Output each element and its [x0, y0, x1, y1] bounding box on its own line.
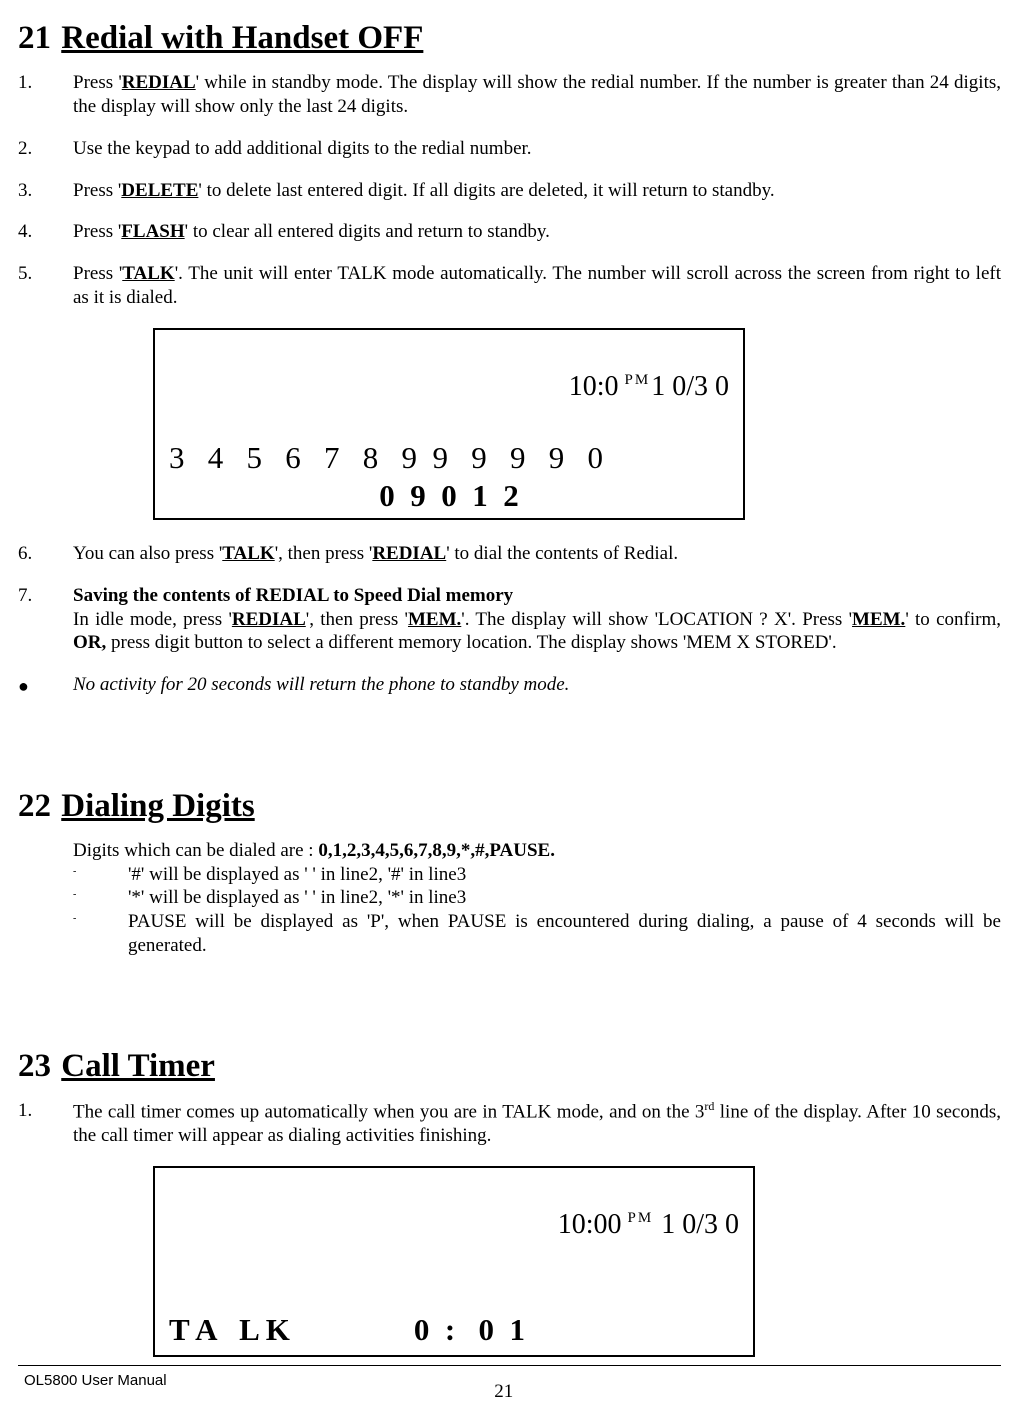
lcd-display-2: 10:00 PM 1 0/3 0 T A L K 0 : 0 1 [153, 1166, 755, 1358]
dash-text: PAUSE will be displayed as 'P', when PAU… [128, 910, 1001, 958]
item-number: 5. [18, 262, 73, 310]
item-number: 3. [18, 179, 73, 203]
bullet-note: ● No activity for 20 seconds will return… [18, 673, 1001, 698]
item-body: Use the keypad to add additional digits … [73, 137, 1001, 161]
list-item: 4. Press 'FLASH' to clear all entered di… [18, 220, 1001, 244]
dash-icon: - [73, 910, 128, 958]
lcd-line2-blank [169, 1277, 739, 1311]
item-body: The call timer comes up automatically wh… [73, 1099, 1001, 1148]
list-item: 3. Press 'DELETE' to delete last entered… [18, 179, 1001, 203]
lcd-display-1: 10:0 PM1 0/3 0 3 4 5 6 7 8 9 9 9 9 9 0 0 … [153, 328, 745, 521]
section-title: Redial with Handset OFF [61, 20, 423, 56]
list-item: 6. You can also press 'TALK', then press… [18, 542, 1001, 566]
section-23-heading: 23 Call Timer [18, 1046, 1001, 1087]
list-item: 2. Use the keypad to add additional digi… [18, 137, 1001, 161]
bullet-icon: ● [18, 673, 73, 698]
list-item: 5. Press 'TALK'. The unit will enter TAL… [18, 262, 1001, 310]
intro-digits: 0,1,2,3,4,5,6,7,8,9,*,#,PAUSE. [318, 840, 555, 861]
dash-text: '*' will be displayed as ' ' in line2, '… [128, 886, 1001, 910]
list-item: 1. Press 'REDIAL' while in standby mode.… [18, 71, 1001, 119]
lcd-line1: 10:0 PM1 0/3 0 [169, 334, 729, 439]
dash-text: '#' will be displayed as ' ' in line2, '… [128, 863, 1001, 887]
section-title: Dialing Digits [61, 788, 254, 824]
lcd-line3: 0 9 0 1 2 [169, 477, 729, 516]
item-number: 2. [18, 137, 73, 161]
dash-icon: - [73, 863, 128, 887]
section-number: 22 [18, 786, 53, 827]
footer-page-number: 21 [167, 1366, 841, 1404]
item-body: Press 'FLASH' to clear all entered digit… [73, 220, 1001, 244]
item-number: 7. [18, 584, 73, 655]
digits-intro: Digits which can be dialed are : 0,1,2,3… [73, 839, 1001, 863]
list-item: 1. The call timer comes up automatically… [18, 1099, 1001, 1148]
dash-item: - '*' will be displayed as ' ' in line2,… [73, 886, 1001, 910]
page-footer: OL5800 User Manual 21 [18, 1366, 1001, 1404]
dash-item: - '#' will be displayed as ' ' in line2,… [73, 863, 1001, 887]
section-21-heading: 21 Redial with Handset OFF [18, 18, 1001, 59]
section-number: 21 [18, 18, 53, 59]
list-item: 7. Saving the contents of REDIAL to Spee… [18, 584, 1001, 655]
dash-icon: - [73, 886, 128, 910]
lcd-date: 1 0/3 0 [654, 1209, 739, 1240]
item-number: 4. [18, 220, 73, 244]
item-body: Saving the contents of REDIAL to Speed D… [73, 584, 1001, 655]
section-21-list: 1. Press 'REDIAL' while in standby mode.… [18, 71, 1001, 697]
item-body: You can also press 'TALK', then press 'R… [73, 542, 1001, 566]
intro-text: Digits which can be dialed are : [73, 840, 318, 861]
footer-manual-name: OL5800 User Manual [18, 1366, 167, 1391]
lcd-time: 10:00 [558, 1209, 622, 1240]
section-title: Call Timer [61, 1048, 215, 1084]
section-23-list: 1. The call timer comes up automatically… [18, 1099, 1001, 1358]
item-body: Press 'DELETE' to delete last entered di… [73, 179, 1001, 203]
lcd-line3: T A L K 0 : 0 1 [169, 1311, 739, 1350]
bullet-text: No activity for 20 seconds will return t… [73, 673, 1001, 698]
text-part: The call timer comes up automatically wh… [73, 1101, 704, 1122]
item-body: Press 'REDIAL' while in standby mode. Th… [73, 71, 1001, 119]
lcd-pm: PM [628, 1210, 654, 1226]
dash-item: - PAUSE will be displayed as 'P', when P… [73, 910, 1001, 958]
item-body: Press 'TALK'. The unit will enter TALK m… [73, 262, 1001, 310]
section-number: 23 [18, 1046, 53, 1087]
lcd-date: 1 0/3 0 [651, 371, 729, 402]
item-number: 1. [18, 71, 73, 119]
section-22-heading: 22 Dialing Digits [18, 786, 1001, 827]
lcd-line2: 3 4 5 6 7 8 9 9 9 9 9 0 [169, 439, 729, 478]
item-number: 1. [18, 1099, 73, 1148]
lcd-line1: 10:00 PM 1 0/3 0 [169, 1172, 739, 1277]
lcd-pm: PM [625, 372, 651, 388]
superscript: rd [704, 1099, 714, 1113]
lcd-time: 10:0 [569, 371, 619, 402]
item-number: 6. [18, 542, 73, 566]
section-22-body: Digits which can be dialed are : 0,1,2,3… [73, 839, 1001, 958]
